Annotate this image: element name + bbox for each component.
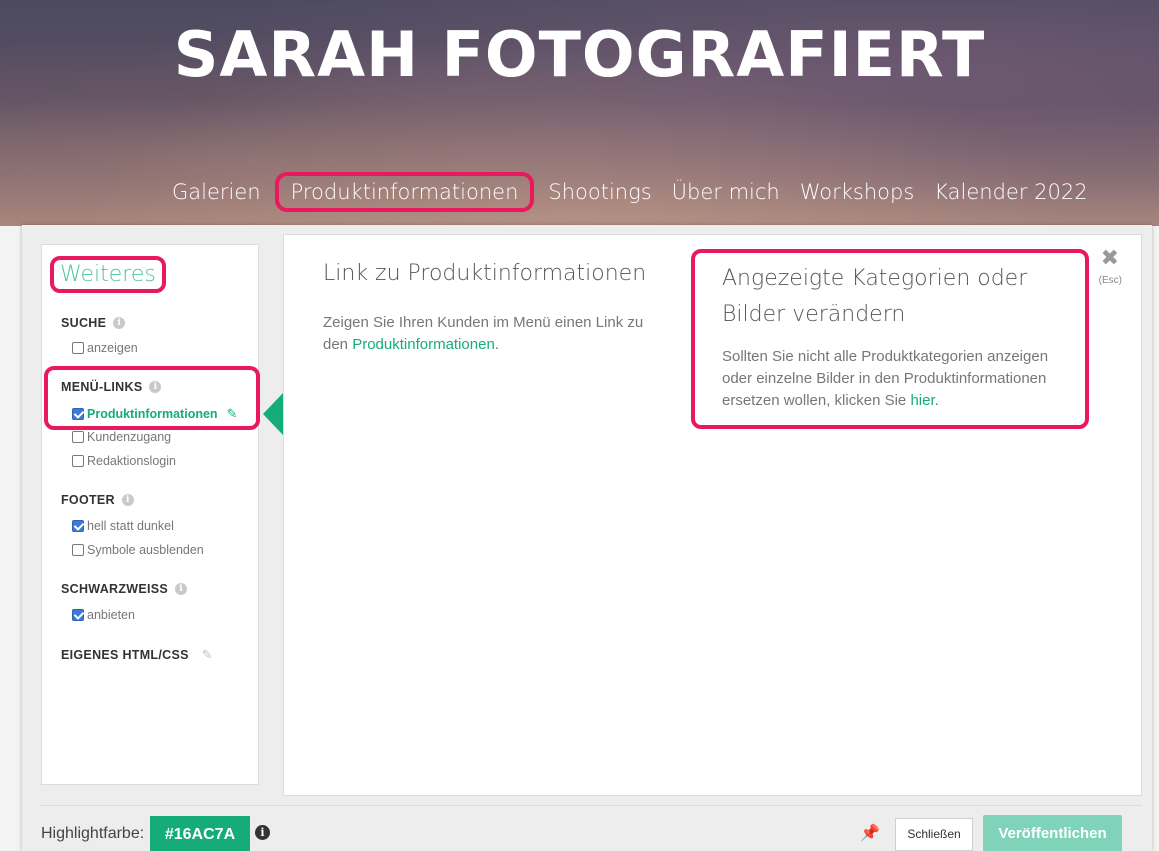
- option-redaktionslogin[interactable]: Redaktionslogin: [72, 454, 176, 468]
- option-label: anbieten: [87, 608, 135, 622]
- publish-button[interactable]: Veröffentlichen: [983, 815, 1122, 851]
- section-label: SCHWARZWEISS: [61, 582, 169, 596]
- nav-item-kalender[interactable]: Kalender 2022: [924, 178, 1097, 206]
- highlight-frame: [44, 366, 260, 430]
- text: .: [494, 336, 499, 353]
- checkbox[interactable]: [72, 520, 84, 532]
- settings-sidebar: Weiteres SUCHE i anzeigen MENÜ-LINKS i P…: [41, 244, 259, 785]
- option-label: Redaktionslogin: [87, 454, 176, 468]
- section-label: FOOTER: [61, 493, 115, 507]
- section-schwarzweiss: SCHWARZWEISS i: [61, 582, 188, 596]
- link-produktinformationen[interactable]: Produktinformationen: [352, 336, 495, 353]
- section-suche: SUCHE i: [61, 316, 126, 330]
- pencil-icon[interactable]: ✎: [202, 647, 213, 663]
- section-label: SUCHE: [61, 316, 107, 330]
- nav-item-shootings[interactable]: Shootings: [538, 178, 661, 206]
- divider: [40, 805, 1142, 806]
- option-label: Kundenzugang: [87, 430, 172, 444]
- nav-item-workshops[interactable]: Workshops: [790, 178, 925, 206]
- info-icon[interactable]: i: [175, 583, 188, 595]
- description-text: Zeigen Sie Ihren Kunden im Menü einen Li…: [323, 312, 668, 356]
- highlight-color-field[interactable]: #16AC7A: [150, 816, 250, 851]
- info-icon[interactable]: i: [255, 825, 270, 840]
- checkbox[interactable]: [72, 431, 84, 443]
- option-anbieten[interactable]: anbieten: [72, 608, 135, 622]
- section-label: EIGENES HTML/CSS: [61, 648, 189, 662]
- nav-item-ueber-mich[interactable]: Über mich: [662, 178, 790, 206]
- content-panel: Link zu Produktinformationen Zeigen Sie …: [283, 234, 1142, 796]
- option-kundenzugang[interactable]: Kundenzugang: [72, 430, 171, 444]
- checkbox[interactable]: [72, 455, 84, 467]
- info-icon[interactable]: i: [113, 317, 126, 329]
- section-html-css[interactable]: EIGENES HTML/CSS ✎: [61, 647, 213, 663]
- nav-item-produktinformationen[interactable]: Produktinformationen: [274, 172, 535, 212]
- option-symbole-ausblenden[interactable]: Symbole ausblenden: [72, 543, 204, 557]
- site-header: SARAH FOTOGRAFIERT Galerien Produktinfor…: [0, 0, 1159, 226]
- close-icon[interactable]: ✖: [1101, 245, 1119, 271]
- option-hell-statt-dunkel[interactable]: hell statt dunkel: [72, 519, 174, 533]
- highlight-frame: [691, 249, 1089, 429]
- checkbox[interactable]: [72, 342, 84, 354]
- editor-panel: Weiteres SUCHE i anzeigen MENÜ-LINKS i P…: [22, 225, 1152, 851]
- close-button[interactable]: Schließen: [895, 818, 973, 851]
- highlight-color-label: Highlightfarbe:: [41, 825, 145, 842]
- esc-hint: (Esc): [1098, 275, 1122, 286]
- site-title: SARAH FOTOGRAFIERT: [173, 18, 986, 91]
- info-icon[interactable]: i: [121, 494, 134, 506]
- option-label: hell statt dunkel: [87, 519, 174, 533]
- checkbox[interactable]: [72, 544, 84, 556]
- section-footer: FOOTER i: [61, 493, 134, 507]
- option-suche-anzeigen[interactable]: anzeigen: [72, 341, 138, 355]
- checkbox[interactable]: [72, 609, 84, 621]
- section-heading: Link zu Produktinformationen: [323, 261, 647, 286]
- nav-item-galerien[interactable]: Galerien: [162, 178, 271, 206]
- pointer-arrow: [263, 393, 283, 435]
- pin-icon[interactable]: 📌: [860, 823, 880, 843]
- main-nav: Galerien Produktinformationen Shootings …: [162, 172, 1098, 212]
- option-label: Symbole ausblenden: [87, 543, 204, 557]
- option-label: anzeigen: [87, 341, 138, 355]
